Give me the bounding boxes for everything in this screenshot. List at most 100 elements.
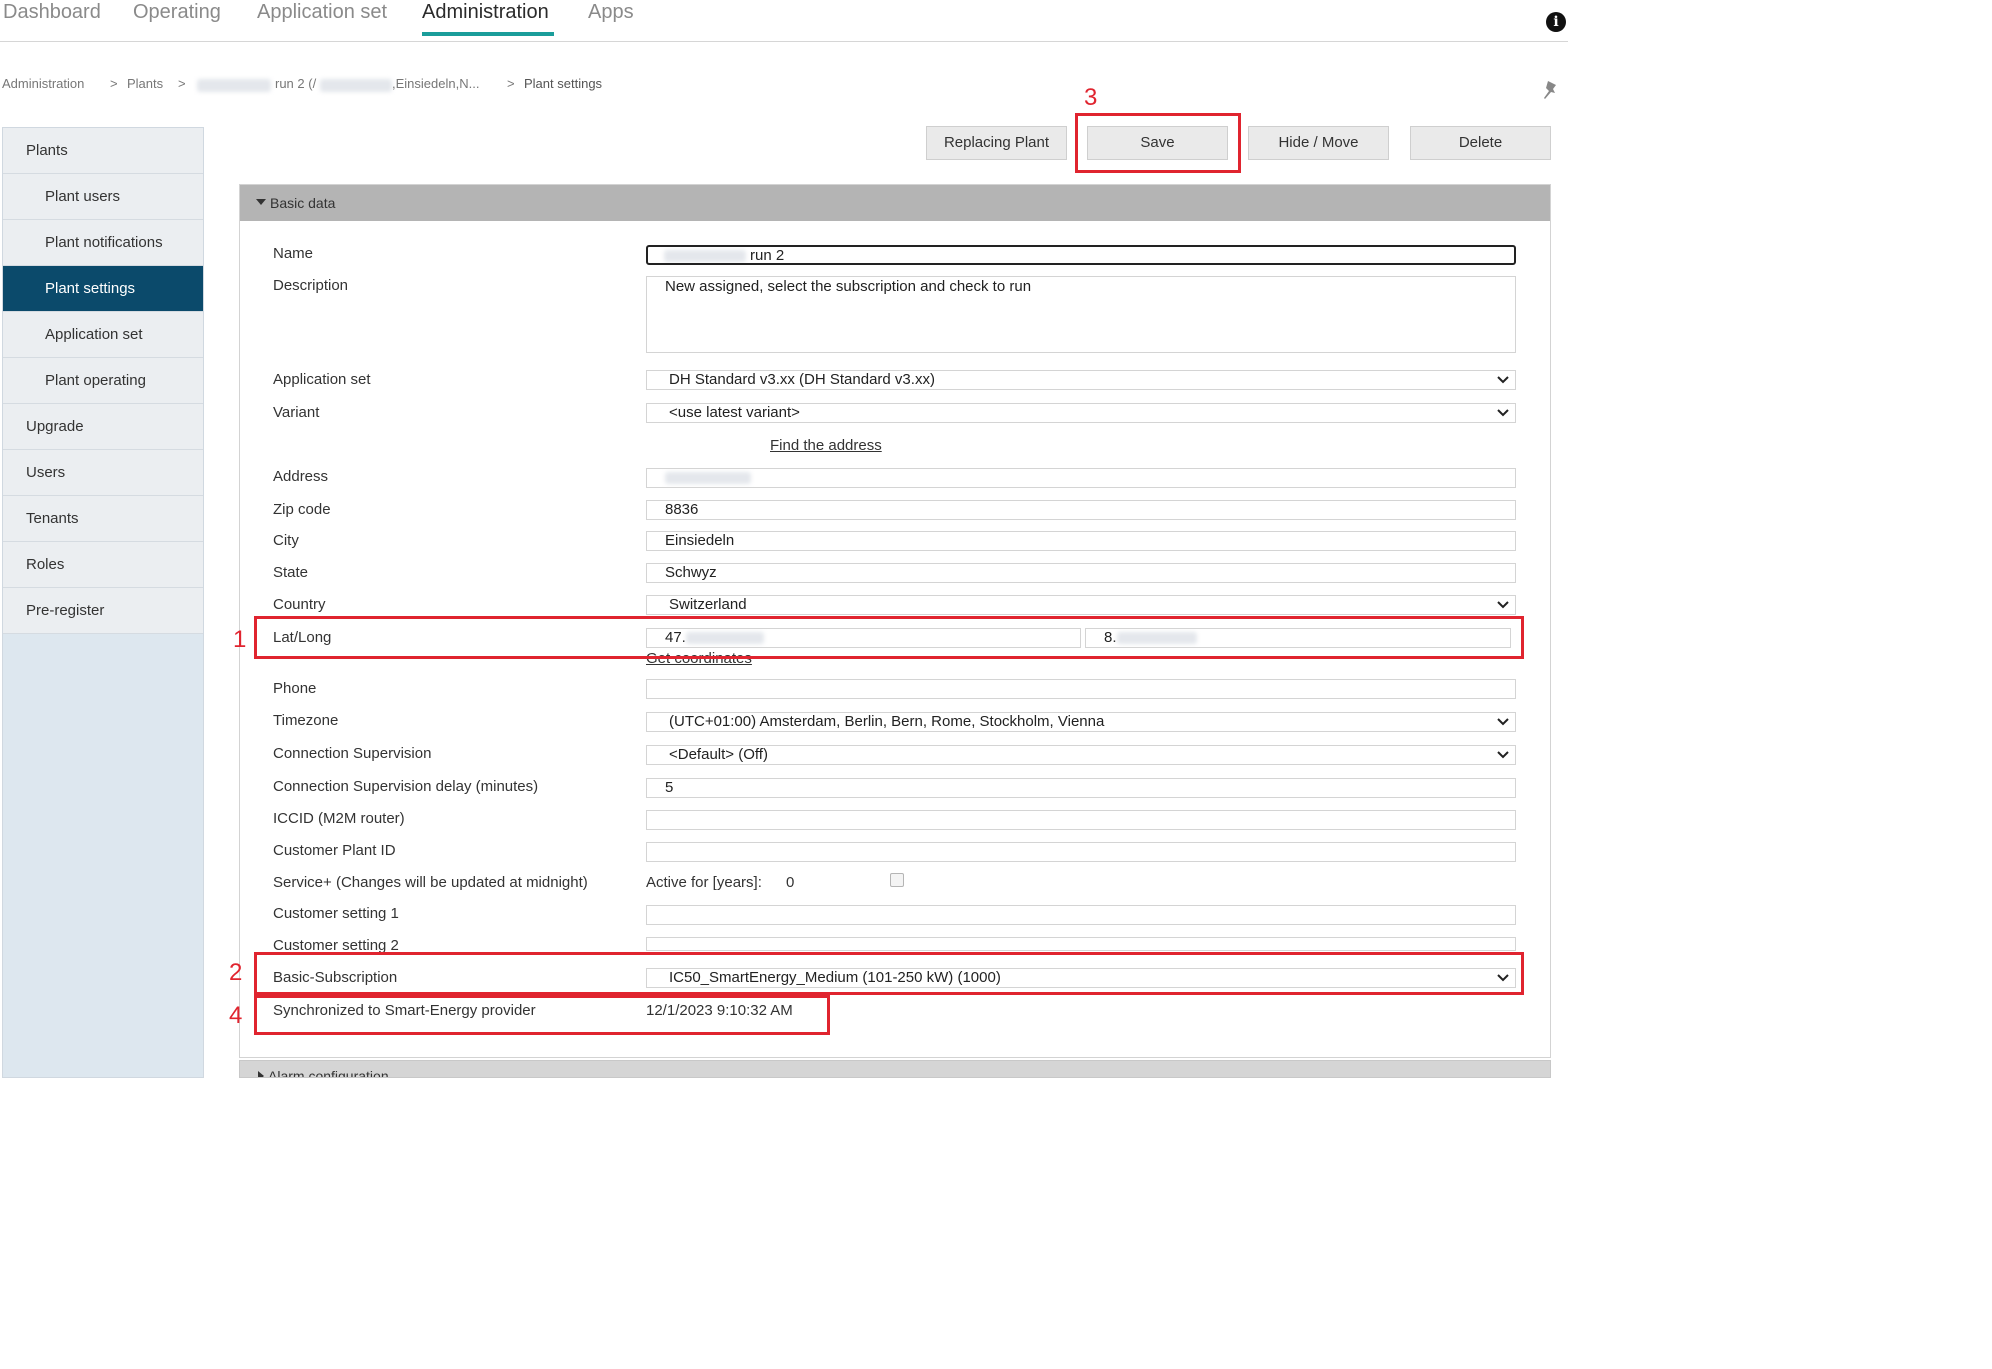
caret-right-icon <box>258 1071 264 1077</box>
sidebar-item-plant-users[interactable]: Plant users <box>3 174 203 220</box>
state-label: State <box>273 564 309 581</box>
longitude-input[interactable]: 8. <box>1085 628 1511 648</box>
connection-supervision-select[interactable]: <Default> (Off) <box>646 745 1516 765</box>
breadcrumb-separator: > <box>178 76 186 91</box>
country-select[interactable]: Switzerland <box>646 595 1516 615</box>
latitude-value: 47. <box>665 629 686 646</box>
redacted-plant-name <box>197 77 271 93</box>
name-input-value: run 2 <box>750 247 785 264</box>
sidebar: Plants Plant users Plant notifications P… <box>2 127 204 1078</box>
connection-supervision-value: <Default> (Off) <box>669 746 768 763</box>
application-set-select[interactable]: DH Standard v3.xx (DH Standard v3.xx) <box>646 370 1516 390</box>
replacing-plant-button[interactable]: Replacing Plant <box>926 126 1067 160</box>
address-label: Address <box>273 468 329 485</box>
chevron-down-icon <box>1497 376 1509 384</box>
service-plus-checkbox[interactable] <box>890 873 904 887</box>
longitude-value: 8. <box>1104 629 1117 646</box>
state-input[interactable]: Schwyz <box>646 563 1516 583</box>
zip-code-input[interactable]: 8836 <box>646 500 1516 520</box>
name-input[interactable]: run 2 <box>646 245 1516 265</box>
customer-plant-id-input[interactable] <box>646 842 1516 862</box>
breadcrumb-plant-name[interactable]: run 2 (/ <box>275 76 316 91</box>
iccid-input[interactable] <box>646 810 1516 830</box>
country-label: Country <box>273 596 326 613</box>
sidebar-item-plant-notifications[interactable]: Plant notifications <box>3 220 203 266</box>
application-set-label: Application set <box>273 371 371 388</box>
phone-label: Phone <box>273 680 317 697</box>
variant-select[interactable]: <use latest variant> <box>646 403 1516 423</box>
sidebar-item-users[interactable]: Users <box>3 450 203 496</box>
annotation-number-4: 4 <box>229 1002 243 1029</box>
alarm-configuration-title: Alarm configuration <box>268 1068 389 1078</box>
connection-supervision-label: Connection Supervision <box>273 745 432 762</box>
lat-long-label: Lat/Long <box>273 629 332 646</box>
active-for-value: 0 <box>786 874 795 891</box>
city-label: City <box>273 532 299 549</box>
breadcrumb-plant-location[interactable]: ,Einsiedeln,N... <box>392 76 479 91</box>
tab-administration[interactable]: Administration <box>422 0 554 36</box>
phone-input[interactable] <box>646 679 1516 699</box>
sidebar-item-roles[interactable]: Roles <box>3 542 203 588</box>
save-button[interactable]: Save <box>1087 126 1228 160</box>
tab-apps[interactable]: Apps <box>588 0 634 36</box>
sidebar-item-pre-register[interactable]: Pre-register <box>3 588 203 634</box>
customer-setting-2-input[interactable] <box>646 937 1516 951</box>
city-input[interactable]: Einsiedeln <box>646 531 1516 551</box>
address-input[interactable] <box>646 468 1516 488</box>
sidebar-item-plants[interactable]: Plants <box>3 128 203 174</box>
timezone-label: Timezone <box>273 712 339 729</box>
tab-dashboard[interactable]: Dashboard <box>3 0 101 36</box>
sidebar-item-plant-settings[interactable]: Plant settings <box>3 266 203 312</box>
redacted-address <box>665 472 751 485</box>
basic-subscription-label: Basic-Subscription <box>273 969 398 986</box>
customer-setting-1-label: Customer setting 1 <box>273 905 399 922</box>
tab-application-set[interactable]: Application set <box>257 0 387 36</box>
customer-plant-id-label: Customer Plant ID <box>273 842 396 859</box>
tab-operating[interactable]: Operating <box>133 0 221 36</box>
breadcrumb-plants[interactable]: Plants <box>127 76 163 91</box>
synchronized-label: Synchronized to Smart-Energy provider <box>273 1002 536 1019</box>
chevron-down-icon <box>1497 409 1509 417</box>
get-coordinates-link[interactable]: Get coordinates <box>646 650 752 667</box>
breadcrumb: Administration > Plants > run 2 (/ ,Eins… <box>2 76 702 94</box>
synchronized-value: 12/1/2023 9:10:32 AM <box>646 1002 793 1019</box>
chevron-down-icon <box>1497 718 1509 726</box>
connection-supervision-delay-label: Connection Supervision delay (minutes) <box>273 778 539 795</box>
basic-data-header[interactable]: Basic data <box>240 185 1550 221</box>
basic-subscription-select[interactable]: IC50_SmartEnergy_Medium (101-250 kW) (10… <box>646 968 1516 988</box>
find-address-link[interactable]: Find the address <box>770 437 882 454</box>
latitude-input[interactable]: 47. <box>646 628 1081 648</box>
caret-down-icon <box>256 199 266 206</box>
zip-code-label: Zip code <box>273 501 331 518</box>
delete-button[interactable]: Delete <box>1410 126 1551 160</box>
breadcrumb-administration[interactable]: Administration <box>2 76 84 91</box>
variant-value: <use latest variant> <box>669 404 800 421</box>
sidebar-item-tenants[interactable]: Tenants <box>3 496 203 542</box>
annotation-number-1: 1 <box>233 626 247 653</box>
chevron-down-icon <box>1497 601 1509 609</box>
chevron-down-icon <box>1497 974 1509 982</box>
service-plus-label: Service+ (Changes will be updated at mid… <box>273 874 588 891</box>
sidebar-item-application-set[interactable]: Application set <box>3 312 203 358</box>
sidebar-item-upgrade[interactable]: Upgrade <box>3 404 203 450</box>
variant-label: Variant <box>273 404 320 421</box>
name-label: Name <box>273 245 314 262</box>
application-set-value: DH Standard v3.xx (DH Standard v3.xx) <box>669 371 935 388</box>
redacted-latitude <box>685 632 764 645</box>
hide-move-button[interactable]: Hide / Move <box>1248 126 1389 160</box>
iccid-label: ICCID (M2M router) <box>273 810 405 827</box>
top-navigation: Dashboard Operating Application set Admi… <box>0 0 1568 42</box>
annotation-number-3: 3 <box>1084 84 1098 111</box>
pin-icon[interactable] <box>1542 80 1560 100</box>
timezone-select[interactable]: (UTC+01:00) Amsterdam, Berlin, Bern, Rom… <box>646 712 1516 732</box>
info-icon[interactable]: i <box>1546 12 1566 32</box>
timezone-value: (UTC+01:00) Amsterdam, Berlin, Bern, Rom… <box>669 713 1105 730</box>
connection-supervision-delay-input[interactable]: 5 <box>646 778 1516 798</box>
customer-setting-1-input[interactable] <box>646 905 1516 925</box>
alarm-configuration-header[interactable]: Alarm configuration <box>239 1060 1551 1078</box>
description-textarea[interactable]: New assigned, select the subscription an… <box>646 276 1516 353</box>
breadcrumb-separator: > <box>507 76 515 91</box>
sidebar-item-plant-operating[interactable]: Plant operating <box>3 358 203 404</box>
redacted-plant-id <box>320 77 392 93</box>
chevron-down-icon <box>1497 751 1509 759</box>
